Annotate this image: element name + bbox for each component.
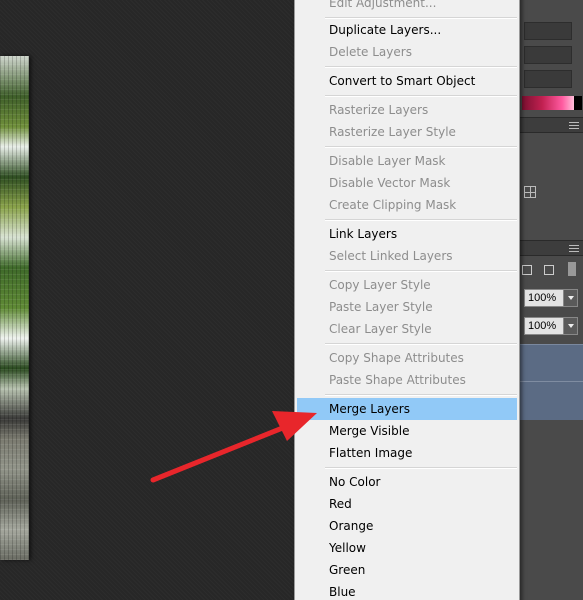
menu-item-rasterize-layer-style[interactable]: Rasterize Layer Style [297,121,517,143]
fill-field[interactable]: 100% [524,317,578,335]
panel-menu-icon[interactable] [569,122,579,129]
panel-menu-icon[interactable] [569,245,579,252]
menu-item-duplicate-layers[interactable]: Duplicate Layers... [297,19,517,41]
fill-value: 100% [528,320,557,332]
transform-icon[interactable] [522,265,532,275]
opacity-field[interactable]: 100% [524,289,578,307]
lock-position-icon[interactable] [544,265,554,275]
menu-item-edit-adjustment[interactable]: Edit Adjustment... [297,0,517,14]
menu-item-copy-shape-attributes[interactable]: Copy Shape Attributes [297,347,517,369]
menu-item-convert-smart-object[interactable]: Convert to Smart Object [297,70,517,92]
menu-item-no-color[interactable]: No Color [297,471,517,493]
menu-item-flatten-image[interactable]: Flatten Image [297,442,517,464]
chevron-down-icon[interactable] [563,290,577,306]
menu-item-red[interactable]: Red [297,493,517,515]
menu-item-yellow[interactable]: Yellow [297,537,517,559]
grid-icon[interactable] [524,186,536,198]
canvas-photo [0,56,29,560]
color-ramp[interactable] [522,96,582,110]
menu-item-green[interactable]: Green [297,559,517,581]
menu-item-delete-layers[interactable]: Delete Layers [297,41,517,63]
panel-field[interactable] [524,46,572,64]
menu-item-link-layers[interactable]: Link Layers [297,223,517,245]
menu-item-disable-vector-mask[interactable]: Disable Vector Mask [297,172,517,194]
panel-field[interactable] [524,70,572,88]
menu-item-merge-visible[interactable]: Merge Visible [297,420,517,442]
menu-item-rasterize-layers[interactable]: Rasterize Layers [297,99,517,121]
scroll-handle[interactable] [568,262,576,276]
menu-item-create-clipping-mask[interactable]: Create Clipping Mask [297,194,517,216]
layer-context-menu: Edit Adjustment... Duplicate Layers... D… [294,0,520,600]
menu-item-clear-layer-style[interactable]: Clear Layer Style [297,318,517,340]
menu-item-blue[interactable]: Blue [297,581,517,600]
chevron-down-icon[interactable] [563,318,577,334]
menu-item-select-linked-layers[interactable]: Select Linked Layers [297,245,517,267]
menu-item-disable-layer-mask[interactable]: Disable Layer Mask [297,150,517,172]
panel-field[interactable] [524,22,572,40]
right-panels: 100% 100% [518,0,583,600]
panel-header [518,117,583,133]
menu-item-merge-layers[interactable]: Merge Layers [297,398,517,420]
layers-panel-header [518,240,583,256]
menu-item-orange[interactable]: Orange [297,515,517,537]
menu-item-copy-layer-style[interactable]: Copy Layer Style [297,274,517,296]
selected-layers[interactable] [518,344,583,420]
menu-item-paste-shape-attributes[interactable]: Paste Shape Attributes [297,369,517,391]
opacity-value: 100% [528,292,557,304]
menu-item-paste-layer-style[interactable]: Paste Layer Style [297,296,517,318]
